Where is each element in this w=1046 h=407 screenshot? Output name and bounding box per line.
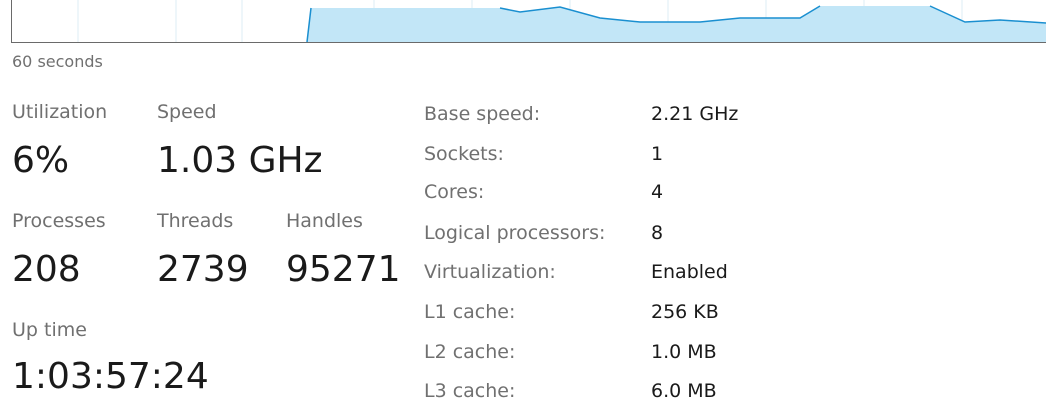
- speed-label: Speed: [157, 101, 217, 123]
- uptime-label: Up time: [12, 319, 87, 341]
- detail-value-cores: 4: [651, 181, 664, 203]
- detail-value-logical-processors: 8: [651, 222, 664, 244]
- detail-label-l1-cache: L1 cache:: [424, 301, 516, 323]
- detail-label-l2-cache: L2 cache:: [424, 341, 516, 363]
- detail-value-l1-cache: 256 KB: [651, 301, 719, 323]
- detail-value-l2-cache: 1.0 MB: [651, 341, 717, 363]
- speed-value: 1.03 GHz: [157, 140, 323, 181]
- handles-label: Handles: [286, 210, 363, 232]
- detail-label-base-speed: Base speed:: [424, 103, 541, 125]
- detail-value-virtualization: Enabled: [651, 261, 728, 283]
- detail-value-base-speed: 2.21 GHz: [651, 103, 739, 125]
- graph-area-fill: [307, 6, 1046, 42]
- detail-label-l3-cache: L3 cache:: [424, 380, 516, 402]
- detail-value-l3-cache: 6.0 MB: [651, 380, 717, 402]
- detail-label-virtualization: Virtualization:: [424, 261, 556, 283]
- threads-value: 2739: [157, 249, 249, 290]
- detail-label-logical-processors: Logical processors:: [424, 222, 606, 244]
- detail-label-sockets: Sockets:: [424, 143, 504, 165]
- uptime-value: 1:03:57:24: [12, 356, 209, 397]
- processes-value: 208: [12, 249, 81, 290]
- utilization-label: Utilization: [12, 101, 108, 123]
- detail-value-sockets: 1: [651, 143, 664, 165]
- detail-label-cores: Cores:: [424, 181, 485, 203]
- graph-time-span-label: 60 seconds: [12, 52, 103, 71]
- cpu-utilization-graph: [11, 0, 1046, 43]
- threads-label: Threads: [157, 210, 234, 232]
- processes-label: Processes: [12, 210, 106, 232]
- handles-value: 95271: [286, 249, 401, 290]
- utilization-value: 6%: [12, 140, 70, 181]
